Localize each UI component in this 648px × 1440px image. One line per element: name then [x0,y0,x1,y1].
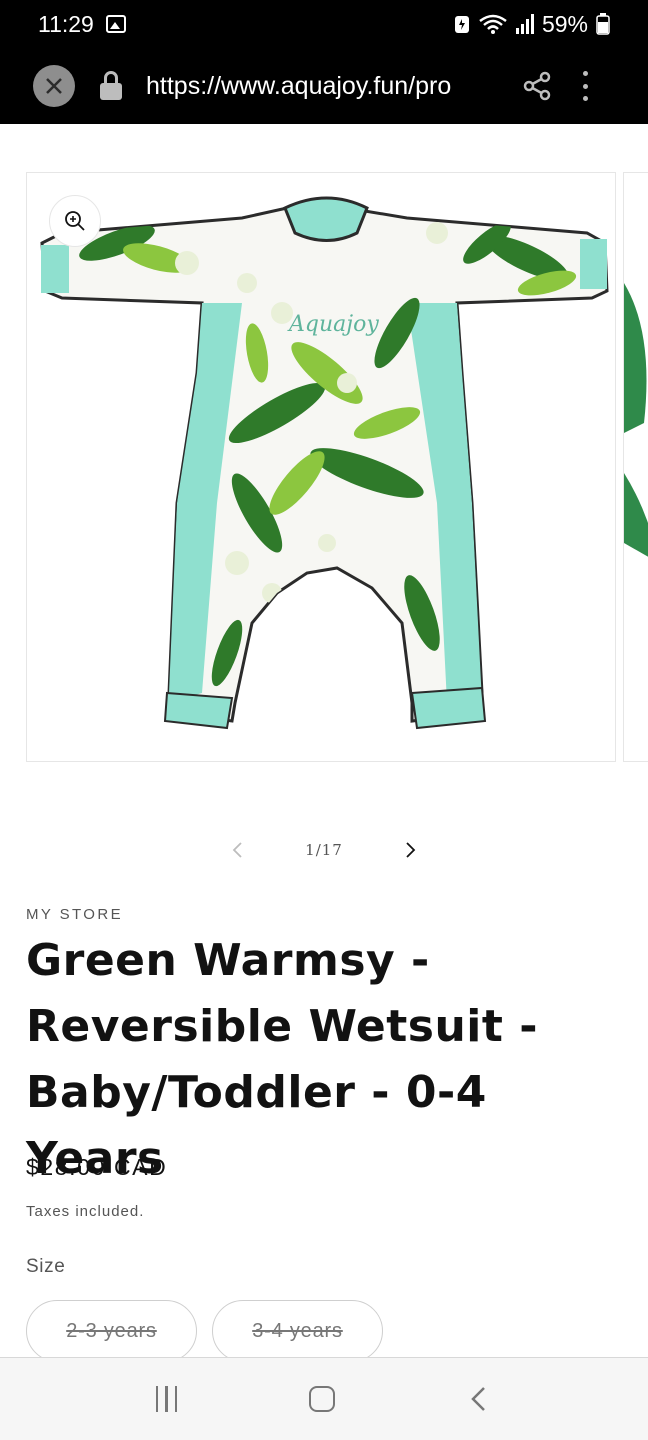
home-icon[interactable] [308,1386,335,1412]
battery-icon [596,13,610,35]
battery-saver-icon [454,16,469,33]
status-bar: 11:29 59% [0,0,648,48]
back-icon[interactable] [466,1386,492,1412]
recents-icon[interactable] [155,1386,178,1412]
size-option-2-3-years[interactable]: 2-3 years [26,1300,197,1362]
browser-toolbar: https://www.aquajoy.fun/pro [0,48,648,124]
url-bar[interactable]: https://www.aquajoy.fun/pro [146,72,494,101]
more-vert-icon[interactable] [582,71,588,101]
size-label: Size [26,1256,66,1277]
slider-controls: 1/17 [0,830,648,870]
zoom-in-icon[interactable] [49,195,101,247]
lock-icon[interactable] [100,71,122,101]
vendor-name: MY STORE [26,906,123,923]
product-image[interactable]: Aquajoy [26,172,616,762]
status-time: 11:29 [38,10,94,37]
share-icon[interactable] [522,71,552,101]
next-image-preview[interactable] [623,172,648,762]
product-title: Green Warmsy - Reversible Wetsuit - Baby… [26,935,539,1184]
status-indicators: 59% [454,11,610,38]
signal-icon [515,14,534,34]
chevron-left-icon[interactable] [225,838,249,862]
size-options: 2-3 years 3-4 years [26,1300,383,1362]
slide-counter: 1/17 [305,841,343,859]
system-nav-bar [0,1357,648,1440]
chevron-right-icon[interactable] [399,838,423,862]
brand-logo: Aquajoy [287,312,379,337]
battery-percent: 59% [541,10,588,37]
size-option-3-4-years[interactable]: 3-4 years [212,1300,383,1362]
wifi-icon [479,14,507,34]
gallery-icon [105,15,126,33]
wetsuit-image: Aquajoy [40,196,609,730]
tax-note: Taxes included. [26,1203,145,1220]
product-price: $28.00 CAD [26,1154,168,1180]
close-icon[interactable] [33,65,75,107]
